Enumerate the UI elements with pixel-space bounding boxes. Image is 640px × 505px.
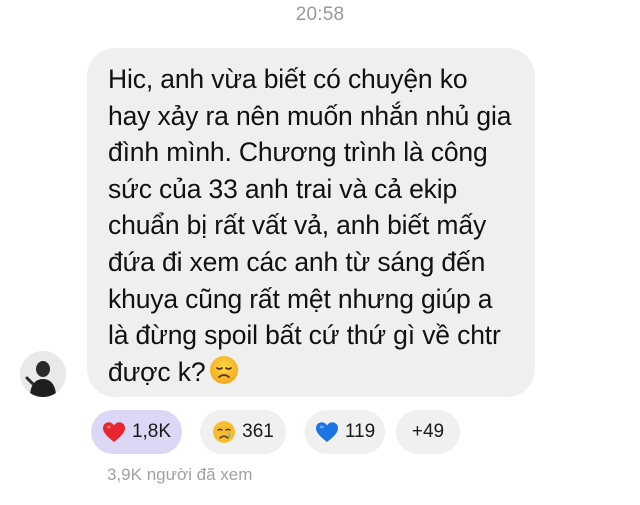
views-count: 3,9K người đã xem (107, 465, 253, 484)
message-line: hay xảy ra nên muốn nhắn nhủ gia (108, 100, 512, 131)
message-line: là đừng spoil bất cứ thứ gì về chtr (108, 320, 501, 351)
message-bubble[interactable]: Hic, anh vừa biết có chuyện ko hay xảy r… (87, 48, 535, 397)
reaction-more-count: +49 (411, 421, 445, 442)
reaction-count: 361 (242, 421, 274, 442)
message-line: đình mình. Chương trình là công (108, 137, 488, 168)
message-line: khuya cũng rất mệt nhưng giúp a (108, 283, 493, 314)
disappointed-face-icon (209, 355, 239, 395)
red-heart-icon (102, 421, 126, 443)
blue-heart-icon (315, 421, 339, 443)
message-line-last: được k? (108, 354, 517, 395)
message-line: Hic, anh vừa biết có chuyện ko (108, 64, 468, 94)
reaction-red-heart[interactable]: 1,8K (91, 410, 182, 454)
reaction-more[interactable]: +49 (396, 410, 460, 454)
reaction-blue-heart[interactable]: 119 (305, 410, 385, 454)
reaction-crying-face[interactable]: 361 (200, 410, 286, 454)
message-line: đứa đi xem các anh từ sáng đến (108, 246, 486, 277)
message-line: được k? (108, 356, 206, 387)
message-timestamp: 20:58 (295, 4, 345, 25)
crying-face-icon (212, 420, 236, 444)
sender-avatar[interactable] (20, 351, 66, 397)
message-line: sức của 33 anh trai và cả ekip (108, 173, 458, 204)
avatar-icon (20, 351, 66, 397)
reaction-count: 1,8K (131, 421, 172, 442)
message-line: chuẩn bị rất vất vả, anh biết mấy (108, 210, 487, 241)
reaction-count: 119 (344, 421, 376, 442)
message-text: Hic, anh vừa biết có chuyện ko hay xảy r… (108, 61, 517, 394)
